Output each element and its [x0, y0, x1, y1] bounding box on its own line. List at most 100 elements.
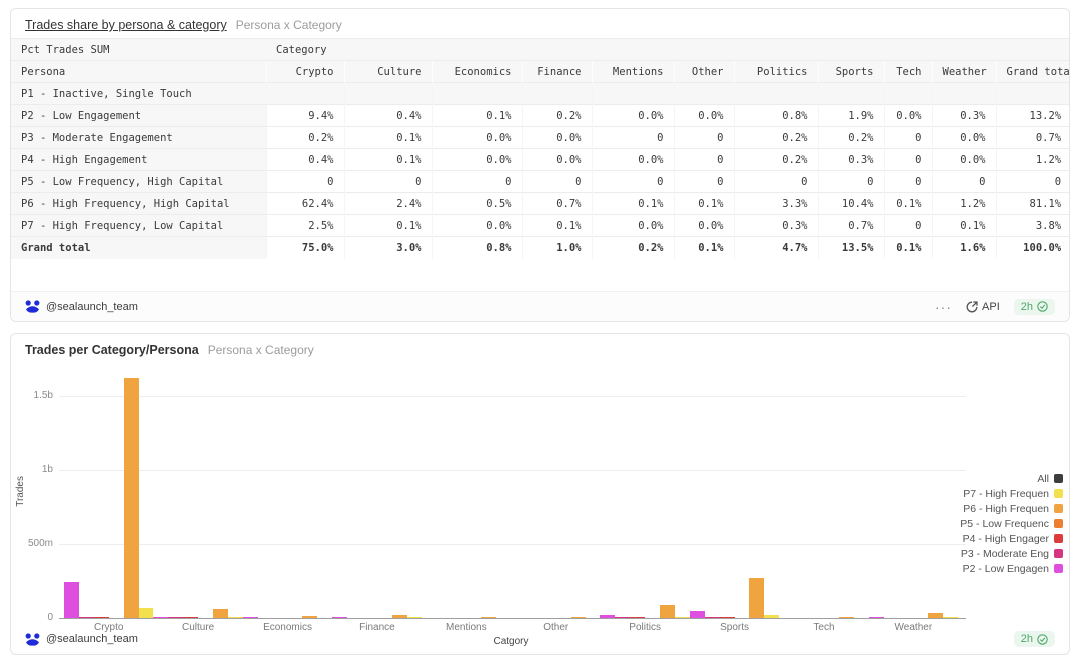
chart-title: Trades per Category/Persona	[25, 343, 199, 357]
freshness-time: 2h	[1021, 633, 1033, 645]
bar	[839, 617, 854, 618]
value-cell: 4.7%	[734, 237, 818, 259]
bar-slot	[437, 373, 452, 618]
bar-chart: Trades 1.5b1b500m0 CryptoCultureEconomic…	[11, 364, 1069, 652]
bar-group	[153, 373, 242, 618]
column-header-row: Persona CryptoCultureEconomicsFinanceMen…	[11, 61, 1070, 83]
bar	[705, 617, 720, 618]
value-cell: 0.0%	[884, 105, 932, 127]
persona-cell: P2 - Low Engagement	[11, 105, 266, 127]
bar-slot	[198, 373, 213, 618]
bar-slot	[541, 373, 556, 618]
value-cell: 0	[884, 215, 932, 237]
table-row: P5 - Low Frequency, High Capital00000000…	[11, 171, 1070, 193]
bar-slot	[109, 373, 124, 618]
value-cell: 1.9%	[818, 105, 884, 127]
chart-title-row: Trades per Category/Persona Persona x Ca…	[11, 334, 1069, 363]
pivot-table: Pct Trades SUM Category Persona CryptoCu…	[11, 38, 1070, 259]
bar	[94, 617, 109, 619]
value-cell: 0.0%	[932, 127, 996, 149]
legend-item[interactable]: P5 - Low Frequenc	[960, 517, 1063, 530]
bar-slot	[124, 373, 139, 618]
value-cell: 0.2%	[734, 149, 818, 171]
column-header: Finance	[522, 61, 592, 83]
bar	[79, 617, 94, 618]
value-cell: 0	[674, 149, 734, 171]
value-cell	[266, 83, 344, 105]
bar-slot	[392, 373, 407, 618]
bar	[764, 615, 779, 618]
value-cell: 0.1%	[344, 149, 432, 171]
bar-slot	[243, 373, 258, 618]
column-header: Mentions	[592, 61, 674, 83]
legend-item[interactable]: P4 - High Engager	[963, 532, 1063, 545]
bar-slot	[645, 373, 660, 618]
value-cell: 0.1%	[884, 193, 932, 215]
value-cell: 0	[592, 171, 674, 193]
value-cell	[932, 83, 996, 105]
value-cell: 0.2%	[522, 105, 592, 127]
bar	[183, 617, 198, 618]
bar-slot	[690, 373, 705, 618]
legend-swatch	[1054, 564, 1063, 573]
bar	[64, 582, 79, 618]
value-cell	[996, 83, 1070, 105]
more-menu-button[interactable]: ···	[935, 302, 952, 312]
legend-item[interactable]: P6 - High Frequen	[963, 502, 1063, 515]
legend-item[interactable]: All	[1037, 472, 1063, 485]
value-cell: 0.1%	[344, 127, 432, 149]
bar-slot	[347, 373, 362, 618]
value-cell: 0.1%	[884, 237, 932, 259]
value-cell: 0.0%	[522, 127, 592, 149]
value-cell: 0	[266, 171, 344, 193]
value-cell: 0.7%	[522, 193, 592, 215]
value-cell: 1.6%	[932, 237, 996, 259]
bar	[943, 617, 958, 618]
value-cell: 0.3%	[734, 215, 818, 237]
bar-slot	[839, 373, 854, 618]
bar	[630, 617, 645, 618]
y-tick-label: 0	[11, 612, 53, 623]
api-label: API	[982, 301, 1000, 313]
legend-item[interactable]: P3 - Moderate Eng	[961, 547, 1063, 560]
value-cell	[592, 83, 674, 105]
bar-group	[64, 373, 153, 618]
value-cell: 100.0%	[996, 237, 1070, 259]
legend-item[interactable]: P7 - High Frequen	[963, 487, 1063, 500]
value-cell: 0.4%	[266, 149, 344, 171]
table-row: P2 - Low Engagement9.4%0.4%0.1%0.2%0.0%0…	[11, 105, 1070, 127]
value-cell: 0.1%	[432, 105, 522, 127]
y-tick-label: 500m	[11, 538, 53, 549]
check-circle-icon	[1037, 301, 1048, 312]
bar-slot	[675, 373, 690, 618]
bar	[720, 617, 735, 618]
value-cell: 0.1%	[674, 193, 734, 215]
value-cell: 0.2%	[818, 127, 884, 149]
y-tick-label: 1b	[11, 464, 53, 475]
value-cell	[522, 83, 592, 105]
y-axis-title: Trades	[15, 476, 26, 507]
bar-slot	[481, 373, 496, 618]
value-cell: 0.1%	[592, 193, 674, 215]
column-header: Sports	[818, 61, 884, 83]
account-link[interactable]: @sealaunch_team	[25, 633, 138, 646]
bar-slot	[794, 373, 809, 618]
column-header: Grand total	[996, 61, 1070, 83]
freshness-badge: 2h	[1014, 631, 1055, 647]
bar-slot	[228, 373, 243, 618]
bar	[243, 617, 258, 618]
value-cell	[818, 83, 884, 105]
legend-item[interactable]: P2 - Low Engagen	[963, 562, 1063, 575]
bar	[749, 578, 764, 618]
account-link[interactable]: @sealaunch_team	[25, 300, 138, 313]
persona-cell: P5 - Low Frequency, High Capital	[11, 171, 266, 193]
value-cell: 0.0%	[522, 149, 592, 171]
value-cell: 9.4%	[266, 105, 344, 127]
table-row: P1 - Inactive, Single Touch	[11, 83, 1070, 105]
bar-slot	[258, 373, 273, 618]
bar	[332, 617, 347, 618]
api-button[interactable]: API	[966, 301, 1000, 313]
bar-slot	[496, 373, 511, 618]
value-cell: 0.2%	[592, 237, 674, 259]
panel-title-link[interactable]: Trades share by persona & category	[25, 18, 227, 32]
